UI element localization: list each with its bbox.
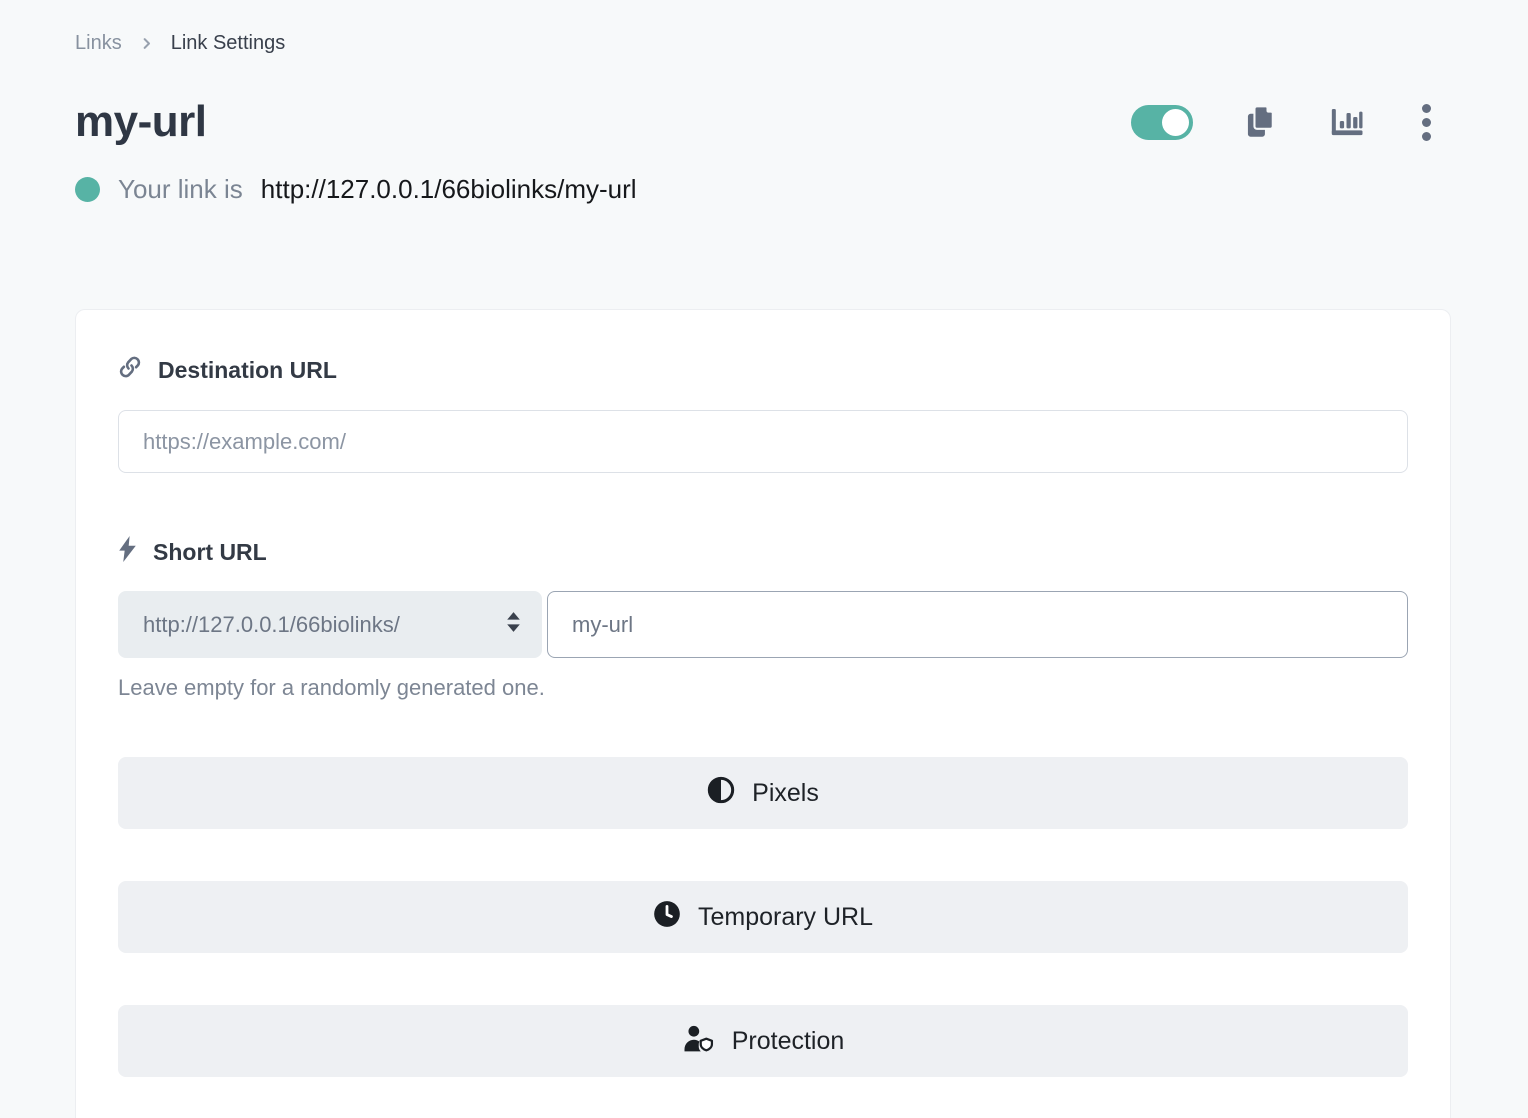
short-url-domain-value: http://127.0.0.1/66biolinks/ (143, 612, 400, 638)
user-shield-icon (682, 1024, 715, 1059)
breadcrumb: Links Link Settings (75, 0, 1451, 55)
destination-url-label: Destination URL (118, 355, 1408, 385)
select-caret-icon (503, 610, 524, 640)
chevron-right-icon (139, 36, 154, 51)
short-link-url[interactable]: http://127.0.0.1/66biolinks/my-url (261, 174, 637, 205)
short-url-input[interactable] (547, 591, 1408, 658)
destination-url-input[interactable] (118, 410, 1408, 473)
statistics-icon (1329, 105, 1364, 140)
clock-icon (653, 900, 681, 935)
copy-icon (1245, 104, 1277, 141)
link-settings-page: Links Link Settings my-url (0, 0, 1528, 1118)
more-menu-button[interactable] (1416, 102, 1437, 143)
toggle-knob (1162, 109, 1189, 136)
short-url-label-text: Short URL (153, 539, 267, 566)
temporary-url-button-label: Temporary URL (698, 903, 873, 932)
bolt-icon (118, 536, 137, 568)
more-menu-icon (1422, 104, 1431, 113)
breadcrumb-links[interactable]: Links (75, 32, 122, 55)
pixels-button-label: Pixels (752, 779, 819, 808)
link-prefix-text: Your link is (118, 174, 243, 205)
short-url-help-text: Leave empty for a randomly generated one… (118, 675, 1408, 701)
temporary-url-section-button[interactable]: Temporary URL (118, 881, 1408, 953)
copy-link-button[interactable] (1245, 104, 1277, 141)
breadcrumb-link-settings: Link Settings (171, 32, 286, 55)
link-status-line: Your link is http://127.0.0.1/66biolinks… (75, 174, 1451, 205)
short-url-group: http://127.0.0.1/66biolinks/ (118, 591, 1408, 658)
status-dot (75, 177, 100, 202)
protection-section-button[interactable]: Protection (118, 1005, 1408, 1077)
link-icon (118, 355, 142, 385)
link-active-toggle[interactable] (1131, 105, 1193, 140)
half-circle-icon (707, 776, 735, 811)
short-url-domain-select[interactable]: http://127.0.0.1/66biolinks/ (118, 591, 542, 658)
page-header: my-url (75, 97, 1451, 147)
short-url-label: Short URL (118, 536, 1408, 568)
protection-button-label: Protection (732, 1027, 845, 1056)
destination-url-label-text: Destination URL (158, 357, 337, 384)
header-actions (1131, 102, 1437, 143)
link-settings-card: Destination URL Short URL http://127.0.0… (75, 309, 1451, 1118)
statistics-button[interactable] (1329, 105, 1364, 140)
page-title: my-url (75, 97, 206, 147)
pixels-section-button[interactable]: Pixels (118, 757, 1408, 829)
